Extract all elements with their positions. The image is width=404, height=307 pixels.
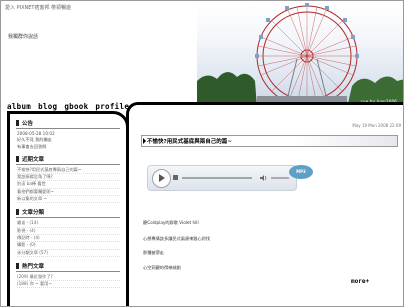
arrow-icon xyxy=(143,138,146,144)
main-content: May 19 Mon 2008 22:09 不愉快?用民式基底與兩自己的篇~ M… xyxy=(126,102,403,306)
popular-post-link[interactable]: (188) 你 ~ 要用~ xyxy=(17,281,120,289)
volume-slider[interactable] xyxy=(271,177,289,179)
stop-button[interactable] xyxy=(173,175,178,180)
post-title-box[interactable]: 不愉快?用民式基底與兩自己的篇~ xyxy=(141,135,398,147)
blog-subtitle: 我獨群你說話 xyxy=(8,34,39,40)
player-badge: MP3 xyxy=(289,165,313,179)
bullet-icon xyxy=(16,155,19,162)
nav-album[interactable]: album xyxy=(7,102,31,111)
recent-post-link[interactable]: 新以集的文章 ~ xyxy=(17,196,120,204)
recent-post-link[interactable]: 我該搞揚呈角了嗎? xyxy=(17,174,120,182)
nav-gbook[interactable]: gbook xyxy=(64,102,88,111)
progress-slider[interactable] xyxy=(182,177,252,179)
post-body-line: 心空洞觀的得神絨劇 xyxy=(143,265,181,270)
bullet-icon xyxy=(16,209,19,216)
site-title: 愛入 PIXNET痞客邦 帶領暢遊 xyxy=(5,5,72,11)
nav-bar: album blog gbook profile xyxy=(7,102,129,111)
post-body-line: 心想專情該多讓民式風源來跟心對找 xyxy=(143,236,211,241)
post-body-line: 那種被帶走 xyxy=(143,250,164,255)
section-title: 公告 xyxy=(22,121,34,127)
bullet-icon xyxy=(16,262,19,269)
section-title: 近期文章 xyxy=(22,156,45,163)
browser-page: 愛入 PIXNET痞客邦 帶領暢遊 我獨群你說話 album blog gboo… xyxy=(0,0,404,307)
nav-blog[interactable]: blog xyxy=(38,102,57,111)
sidebar-announcement: 公告 2008-05-28 10:02 好久不見 我的獨友 有事會去回答問 xyxy=(16,119,120,150)
announcement-text: 有事會去回答問 xyxy=(17,143,47,149)
section-title: 熱門文章 xyxy=(22,263,45,270)
more-link[interactable]: more+ xyxy=(351,278,369,285)
ferris-wheel-image xyxy=(197,3,403,108)
section-header: 文章分類 xyxy=(16,208,120,219)
recent-post-link[interactable]: 不愉快?用民式基底專兩自己的篇~ xyxy=(17,167,120,175)
category-link[interactable]: 傳記時 - (4) xyxy=(17,235,120,243)
post-date: May 19 Mon 2008 22:09 xyxy=(352,123,401,128)
post-title[interactable]: 不愉快?用民式基底與兩自己的篇~ xyxy=(147,137,232,145)
section-header: 熱門文章 xyxy=(16,262,120,272)
category-link[interactable]: 攝影 - (0) xyxy=(17,242,120,250)
category-link[interactable]: 影視 - (4) xyxy=(17,228,120,235)
play-button[interactable] xyxy=(152,169,171,188)
volume-icon[interactable] xyxy=(260,174,268,182)
popular-post-link[interactable]: (209) 最近發作了? xyxy=(17,274,120,282)
category-link[interactable]: 雜谈 - (14) xyxy=(17,220,120,228)
section-title: 文章分類 xyxy=(22,210,45,217)
header-photo: cue by Ivan2006 xyxy=(197,1,403,108)
nav-profile[interactable]: profile xyxy=(95,102,129,111)
post-body-line: 聽Coldplay的群歌 Violet hill xyxy=(143,220,199,225)
audio-player xyxy=(147,165,297,191)
bullet-icon xyxy=(16,120,19,126)
category-link[interactable]: 未分類文章 (57) xyxy=(17,250,120,257)
section-header: 近期文章 xyxy=(16,155,120,165)
sidebar-categories: 文章分類 雜谈 - (14) 影視 - (4) 傳記時 - (4) 攝影 - (… xyxy=(16,208,120,257)
sidebar-popular-posts: 熱門文章 (209) 最近發作了? (188) 你 ~ 要用~ xyxy=(16,262,120,289)
section-header: 公告 xyxy=(16,119,120,129)
recent-post-link[interactable]: 看他們都要獨愛呢~ xyxy=(17,189,120,197)
sidebar-recent-posts: 近期文章 不愉快?用民式基底專兩自己的篇~ 我該搞揚呈角了嗎? 別這 ba棒 看… xyxy=(16,155,120,204)
sidebar: 公告 2008-05-28 10:02 好久不見 我的獨友 有事會去回答問 近期… xyxy=(7,111,129,306)
recent-post-link[interactable]: 別這 ba棒 看世 xyxy=(17,181,120,189)
